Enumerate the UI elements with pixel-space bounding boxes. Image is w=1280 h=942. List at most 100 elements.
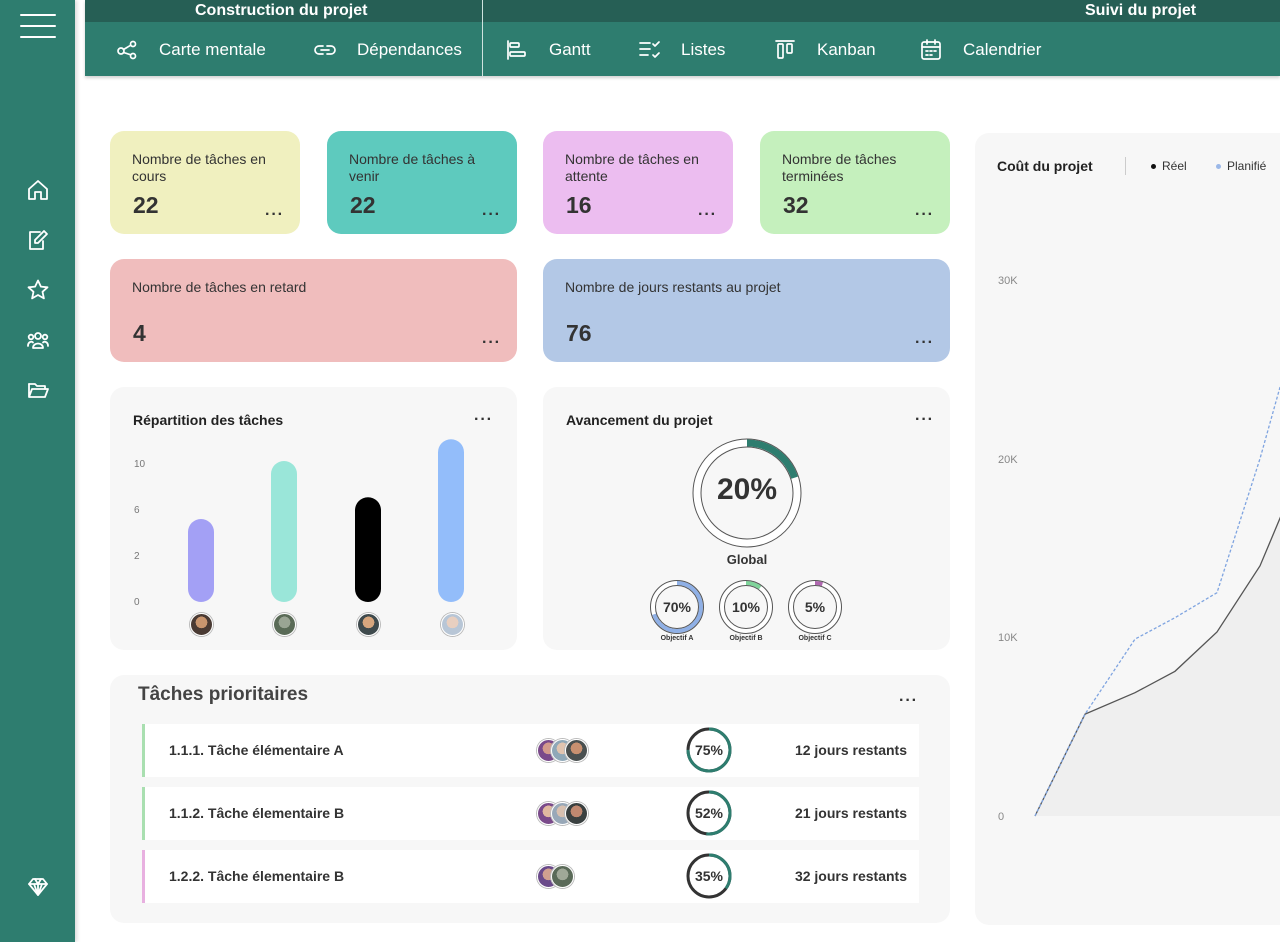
star-icon[interactable] xyxy=(24,276,52,304)
tab-label: Dépendances xyxy=(357,40,462,59)
section-title-construction: Construction du projet xyxy=(195,2,368,19)
menu-icon[interactable] xyxy=(20,14,56,42)
avatar[interactable] xyxy=(190,613,213,636)
avatar[interactable] xyxy=(565,739,588,762)
tab-dependances[interactable]: Dépendances xyxy=(313,36,462,64)
card-label: Nombre de tâches terminées xyxy=(782,151,897,184)
tab-carte-mentale[interactable]: Carte mentale xyxy=(115,36,266,64)
card-en-attente[interactable]: Nombre de tâches en attente 16 ··· xyxy=(543,131,733,234)
tab-calendrier[interactable]: Calendrier xyxy=(919,36,1041,64)
global-progress-value: 20% xyxy=(716,473,778,506)
card-a-venir[interactable]: Nombre de tâches à venir 22 ··· xyxy=(327,131,517,234)
task-color-bar xyxy=(142,724,145,777)
tab-kanban[interactable]: Kanban xyxy=(773,36,876,64)
tab-label: Listes xyxy=(681,40,726,59)
sidebar xyxy=(0,0,75,942)
y-tick-label: 0 xyxy=(134,597,140,608)
objective-value: 5% xyxy=(804,599,826,615)
avatar[interactable] xyxy=(357,613,380,636)
tab-label: Calendrier xyxy=(963,40,1042,59)
card-label: Nombre de tâches à venir xyxy=(349,151,476,184)
objective-value: 10% xyxy=(731,599,761,615)
global-progress-label: Global xyxy=(726,552,768,567)
task-progress-value: 75% xyxy=(694,742,724,758)
bar[interactable] xyxy=(188,519,214,602)
avatar[interactable] xyxy=(565,802,588,825)
more-options-icon[interactable]: ··· xyxy=(915,335,934,351)
task-row[interactable]: 1.1.2. Tâche élementaire B 52% 21 jours … xyxy=(142,787,919,840)
avatar[interactable] xyxy=(273,613,296,636)
tab-label: Carte mentale xyxy=(159,40,266,59)
cost-panel: Coût du projet Réel Planifié 30K 20K 10K 0 xyxy=(975,133,1280,925)
y-tick-label: 10K xyxy=(998,632,1018,644)
checklist-icon xyxy=(639,41,660,58)
objective-label: Objectif C xyxy=(798,635,832,642)
y-tick-label: 30K xyxy=(998,275,1018,287)
card-value: 32 xyxy=(783,192,809,218)
more-options-icon[interactable]: ··· xyxy=(482,335,501,351)
card-value: 4 xyxy=(133,320,146,346)
section-divider xyxy=(482,0,483,76)
card-label: Nombre de jours restants au projet xyxy=(565,279,781,295)
card-label: Nombre de tâches en attente xyxy=(565,151,699,184)
objective-value: 70% xyxy=(662,599,692,615)
avatar[interactable] xyxy=(441,613,464,636)
more-options-icon[interactable]: ··· xyxy=(899,693,918,709)
edit-icon[interactable] xyxy=(24,226,52,254)
calendar-icon xyxy=(921,39,941,60)
card-en-retard[interactable]: Nombre de tâches en retard 4 ··· xyxy=(110,259,517,362)
diamond-icon[interactable] xyxy=(24,873,52,901)
tab-label: Gantt xyxy=(549,40,591,59)
avatar[interactable] xyxy=(551,865,574,888)
card-label: Nombre de tâches en retard xyxy=(132,279,307,295)
y-tick-label: 20K xyxy=(998,454,1018,466)
tab-listes[interactable]: Listes xyxy=(637,36,725,64)
repartition-panel: Répartition des tâches ··· 10 6 2 0 xyxy=(110,387,517,650)
task-progress-ring: 75% xyxy=(686,727,732,773)
task-row[interactable]: 1.2.2. Tâche élementaire B 35% 32 jours … xyxy=(142,850,919,903)
bar[interactable] xyxy=(438,439,464,602)
objective-label: Objectif A xyxy=(660,635,694,642)
bar[interactable] xyxy=(355,497,381,602)
card-value: 22 xyxy=(350,192,376,218)
objective-label: Objectif B xyxy=(729,635,763,642)
section-title-suivi: Suivi du projet xyxy=(1085,2,1197,19)
mind-map-icon xyxy=(117,40,137,60)
task-name: 1.2.2. Tâche élementaire B xyxy=(169,868,345,884)
more-options-icon[interactable]: ··· xyxy=(265,207,284,223)
more-options-icon[interactable]: ··· xyxy=(482,207,501,223)
card-terminees[interactable]: Nombre de tâches terminées 32 ··· xyxy=(760,131,950,234)
bar[interactable] xyxy=(271,461,297,602)
kanban-icon xyxy=(775,40,795,59)
line-chart: 30K 20K 10K 0 xyxy=(998,275,1280,823)
task-name: 1.1.1. Tâche élémentaire A xyxy=(169,742,344,758)
more-options-icon[interactable]: ··· xyxy=(698,207,717,223)
folder-icon[interactable] xyxy=(24,376,52,404)
card-jours-restants[interactable]: Nombre de jours restants au projet 76 ··… xyxy=(543,259,950,362)
card-label: Nombre de tâches en cours xyxy=(132,151,266,184)
task-days-remaining: 12 jours restants xyxy=(794,742,907,758)
team-icon[interactable] xyxy=(24,326,52,354)
task-color-bar xyxy=(142,787,145,840)
link-icon xyxy=(314,45,336,55)
y-tick-label: 10 xyxy=(134,459,146,470)
panel-title: Tâches prioritaires xyxy=(138,684,309,705)
card-value: 22 xyxy=(133,192,159,218)
y-tick-label: 2 xyxy=(134,551,140,562)
y-tick-label: 6 xyxy=(134,505,140,516)
more-options-icon[interactable]: ··· xyxy=(915,207,934,223)
task-row[interactable]: 1.1.1. Tâche élémentaire A 75% 12 jours … xyxy=(142,724,919,777)
tab-label: Kanban xyxy=(817,40,876,59)
home-icon[interactable] xyxy=(24,176,52,204)
task-progress-value: 52% xyxy=(694,805,724,821)
y-tick-label: 0 xyxy=(998,811,1004,823)
task-progress-value: 35% xyxy=(694,868,724,884)
task-days-remaining: 21 jours restants xyxy=(794,805,907,821)
card-en-cours[interactable]: Nombre de tâches en cours 22 ··· xyxy=(110,131,300,234)
task-progress-ring: 35% xyxy=(686,853,732,899)
bar-chart: 10 6 2 0 xyxy=(134,439,464,608)
task-color-bar xyxy=(142,850,145,903)
task-progress-ring: 52% xyxy=(686,790,732,836)
tab-gantt[interactable]: Gantt xyxy=(505,36,591,64)
task-days-remaining: 32 jours restants xyxy=(794,868,907,884)
